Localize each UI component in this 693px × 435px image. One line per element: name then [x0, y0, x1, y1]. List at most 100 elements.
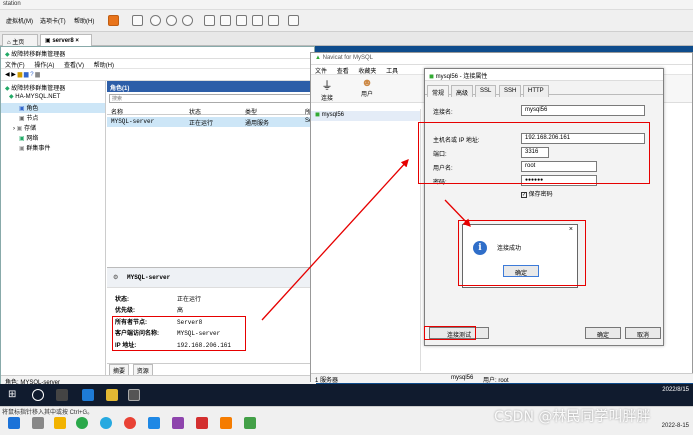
- menu-tab[interactable]: 选项卡(T): [40, 16, 66, 25]
- host-browser-icon[interactable]: [100, 417, 112, 429]
- cluster-manager-icon: ◆: [5, 86, 10, 92]
- tree-nodes-label: 节点: [26, 116, 39, 122]
- save-password-label: 保存密码: [528, 192, 553, 198]
- task-view-icon[interactable]: [56, 389, 68, 401]
- detail-priority-value: 高: [177, 308, 184, 314]
- tree-networks-label: 网络: [26, 136, 39, 142]
- cancel-button[interactable]: 取消: [625, 327, 661, 339]
- test-button-highlight-box: [424, 326, 476, 340]
- fcm-menu-help[interactable]: 帮助(H): [94, 63, 114, 69]
- fcm-menu-file[interactable]: 文件(F): [5, 63, 25, 69]
- app-icon-blue[interactable]: [148, 417, 160, 429]
- stretch-view-icon[interactable]: [288, 15, 299, 26]
- detail-status-value: 正在运行: [177, 297, 202, 303]
- wechat-icon[interactable]: [76, 417, 88, 429]
- manage-snapshot-icon[interactable]: [182, 15, 193, 26]
- connection-properties-dialog: ◼ mysql56 - 连接属性 常规 高级 SSL SSH HTTP 连接名:…: [424, 68, 664, 346]
- app-icon-purple[interactable]: [172, 417, 184, 429]
- tree-networks[interactable]: ▣ 网络: [1, 133, 105, 143]
- nodes-icon: ▣: [19, 116, 25, 122]
- app-icon-orange[interactable]: [220, 417, 232, 429]
- send-keys-icon[interactable]: [132, 15, 143, 26]
- conn-name-label: 连接名:: [433, 110, 453, 116]
- vm-menu-bar: 虚拟机(M) 选项卡(T) 帮助(H): [0, 10, 693, 32]
- tree-storage[interactable]: › ▣ 存储: [1, 123, 105, 133]
- unity-icon[interactable]: [252, 15, 263, 26]
- detail-title: ⚙ MYSQL-server: [107, 268, 316, 288]
- tab-advanced[interactable]: 高级: [451, 85, 474, 97]
- back-arrow-icon[interactable]: ◀: [5, 72, 10, 78]
- col-type[interactable]: 类型: [245, 107, 257, 116]
- role-row-mysql[interactable]: MYSQL-server 正在运行 通用服务 Se: [107, 117, 316, 127]
- folder-icon[interactable]: ▆: [18, 72, 23, 78]
- csdn-watermark: CSDN @林民同学叫胖胖: [494, 409, 651, 425]
- forward-arrow-icon[interactable]: ▶: [11, 72, 16, 78]
- menu-vm[interactable]: 虚拟机(M): [6, 16, 33, 25]
- cluster-icon: ◆: [9, 94, 14, 100]
- user-button[interactable]: ☻ 用户: [361, 77, 373, 98]
- wps-icon[interactable]: [196, 417, 208, 429]
- col-name[interactable]: 名称: [111, 107, 123, 116]
- vm-title-bar: station: [0, 0, 693, 10]
- tab-home[interactable]: ⌂ 主页: [2, 34, 38, 46]
- role-type: 通用服务: [245, 121, 270, 127]
- revert-snapshot-icon[interactable]: [166, 15, 177, 26]
- app-icon-green[interactable]: [244, 417, 256, 429]
- conn-name-field[interactable]: mysql56: [521, 105, 645, 116]
- fullscreen-icon[interactable]: [236, 15, 247, 26]
- tree-root-label: 故障转移群集管理器: [11, 86, 66, 92]
- tab-ssl[interactable]: SSL: [475, 85, 497, 97]
- tree-root[interactable]: ◆ 故障转移群集管理器: [1, 83, 105, 93]
- host-start-icon[interactable]: [8, 417, 20, 429]
- user-label: 用户: [361, 92, 374, 98]
- console-icon[interactable]: [268, 15, 279, 26]
- tab-http[interactable]: HTTP: [523, 85, 549, 97]
- roles-search-input[interactable]: 搜索: [109, 94, 314, 103]
- thumbnail-view-icon[interactable]: [220, 15, 231, 26]
- role-name: MYSQL-server: [111, 118, 155, 125]
- tree-cluster[interactable]: ◆ HA-MYSQL.NET: [1, 93, 105, 103]
- vm-title: station: [3, 1, 21, 7]
- chrome-icon[interactable]: [124, 417, 136, 429]
- tab-general[interactable]: 常规: [427, 85, 450, 97]
- connect-button[interactable]: ⏚ 连接: [321, 77, 333, 102]
- ok-button[interactable]: 确定: [585, 327, 621, 339]
- edge-icon[interactable]: [82, 389, 94, 401]
- status-user: 用户: root: [483, 378, 509, 384]
- guest-taskbar: ⊞ 2022/8/15: [0, 384, 693, 406]
- search-icon[interactable]: [32, 389, 44, 401]
- panel-icon[interactable]: ▆: [35, 72, 40, 78]
- windows-start-icon[interactable]: ⊞: [8, 389, 20, 401]
- save-password-checkbox[interactable]: ✓ 保存密码: [521, 189, 553, 198]
- detail-status: 状态: 正在运行: [115, 294, 201, 303]
- connection-item[interactable]: ◼ mysql56: [311, 111, 420, 121]
- cluster-manager-taskbar-icon[interactable]: [128, 389, 140, 401]
- dialog-icon: ◼: [429, 74, 434, 80]
- tree-roles[interactable]: ▣ 角色: [1, 103, 105, 113]
- fcm-menu-action[interactable]: 操作(A): [34, 63, 54, 69]
- detail-highlight-box: [112, 316, 246, 351]
- tab-server8[interactable]: ▣ server8 ×: [40, 34, 92, 46]
- snapshot-icon[interactable]: [150, 15, 161, 26]
- networks-icon: ▣: [19, 136, 25, 142]
- plug-icon: ⏚: [321, 80, 333, 92]
- col-state[interactable]: 状态: [189, 107, 201, 116]
- tree-events[interactable]: ▣ 群集事件: [1, 143, 105, 153]
- failover-cluster-manager-window: ◆ 故障转移群集管理器 文件(F) 操作(A) 查看(V) 帮助(H) ◀ ▶ …: [0, 46, 316, 386]
- host-task-icon[interactable]: [32, 417, 44, 429]
- checkbox-checked-icon: ✓: [521, 192, 527, 198]
- connection-icon: ◼: [315, 112, 320, 118]
- pause-icon[interactable]: [108, 15, 119, 26]
- tree-storage-label: 存储: [24, 126, 37, 132]
- host-folder-icon[interactable]: [54, 417, 66, 429]
- menu-help[interactable]: 帮助(H): [74, 16, 94, 25]
- tab-ssh[interactable]: SSH: [499, 85, 522, 97]
- navicat-logo-icon: ▲: [315, 55, 321, 61]
- fcm-menu-view[interactable]: 查看(V): [64, 63, 84, 69]
- connection-name: mysql56: [321, 112, 344, 118]
- help-icon[interactable]: ?: [30, 72, 33, 78]
- properties-icon[interactable]: ▆: [24, 72, 29, 78]
- sidebar-view-icon[interactable]: [204, 15, 215, 26]
- file-explorer-icon[interactable]: [106, 389, 118, 401]
- tree-nodes[interactable]: ▣ 节点: [1, 113, 105, 123]
